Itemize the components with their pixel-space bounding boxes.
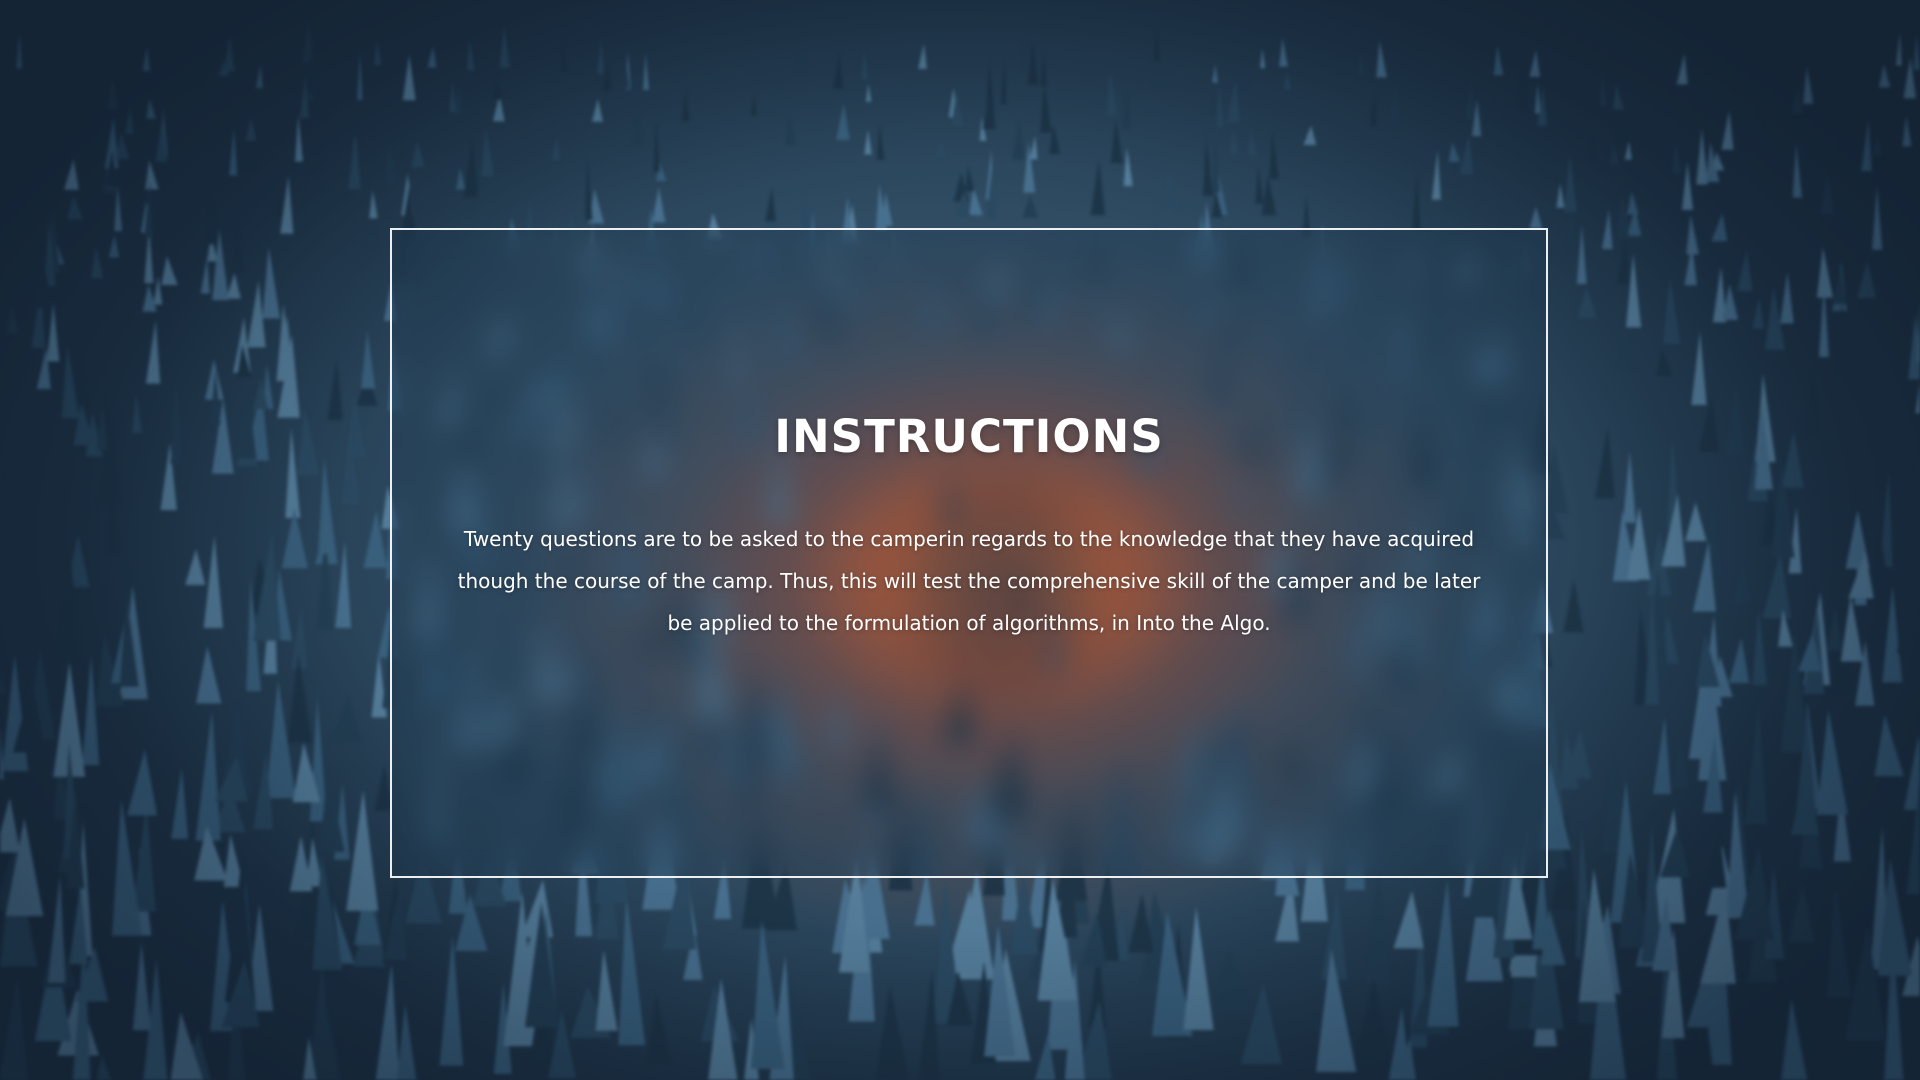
panel-title: INSTRUCTIONS bbox=[774, 410, 1164, 463]
instructions-panel: INSTRUCTIONS Twenty questions are to be … bbox=[390, 228, 1548, 878]
slide: INSTRUCTIONS Twenty questions are to be … bbox=[0, 0, 1920, 1080]
panel-body-text: Twenty questions are to be asked to the … bbox=[457, 527, 1481, 635]
